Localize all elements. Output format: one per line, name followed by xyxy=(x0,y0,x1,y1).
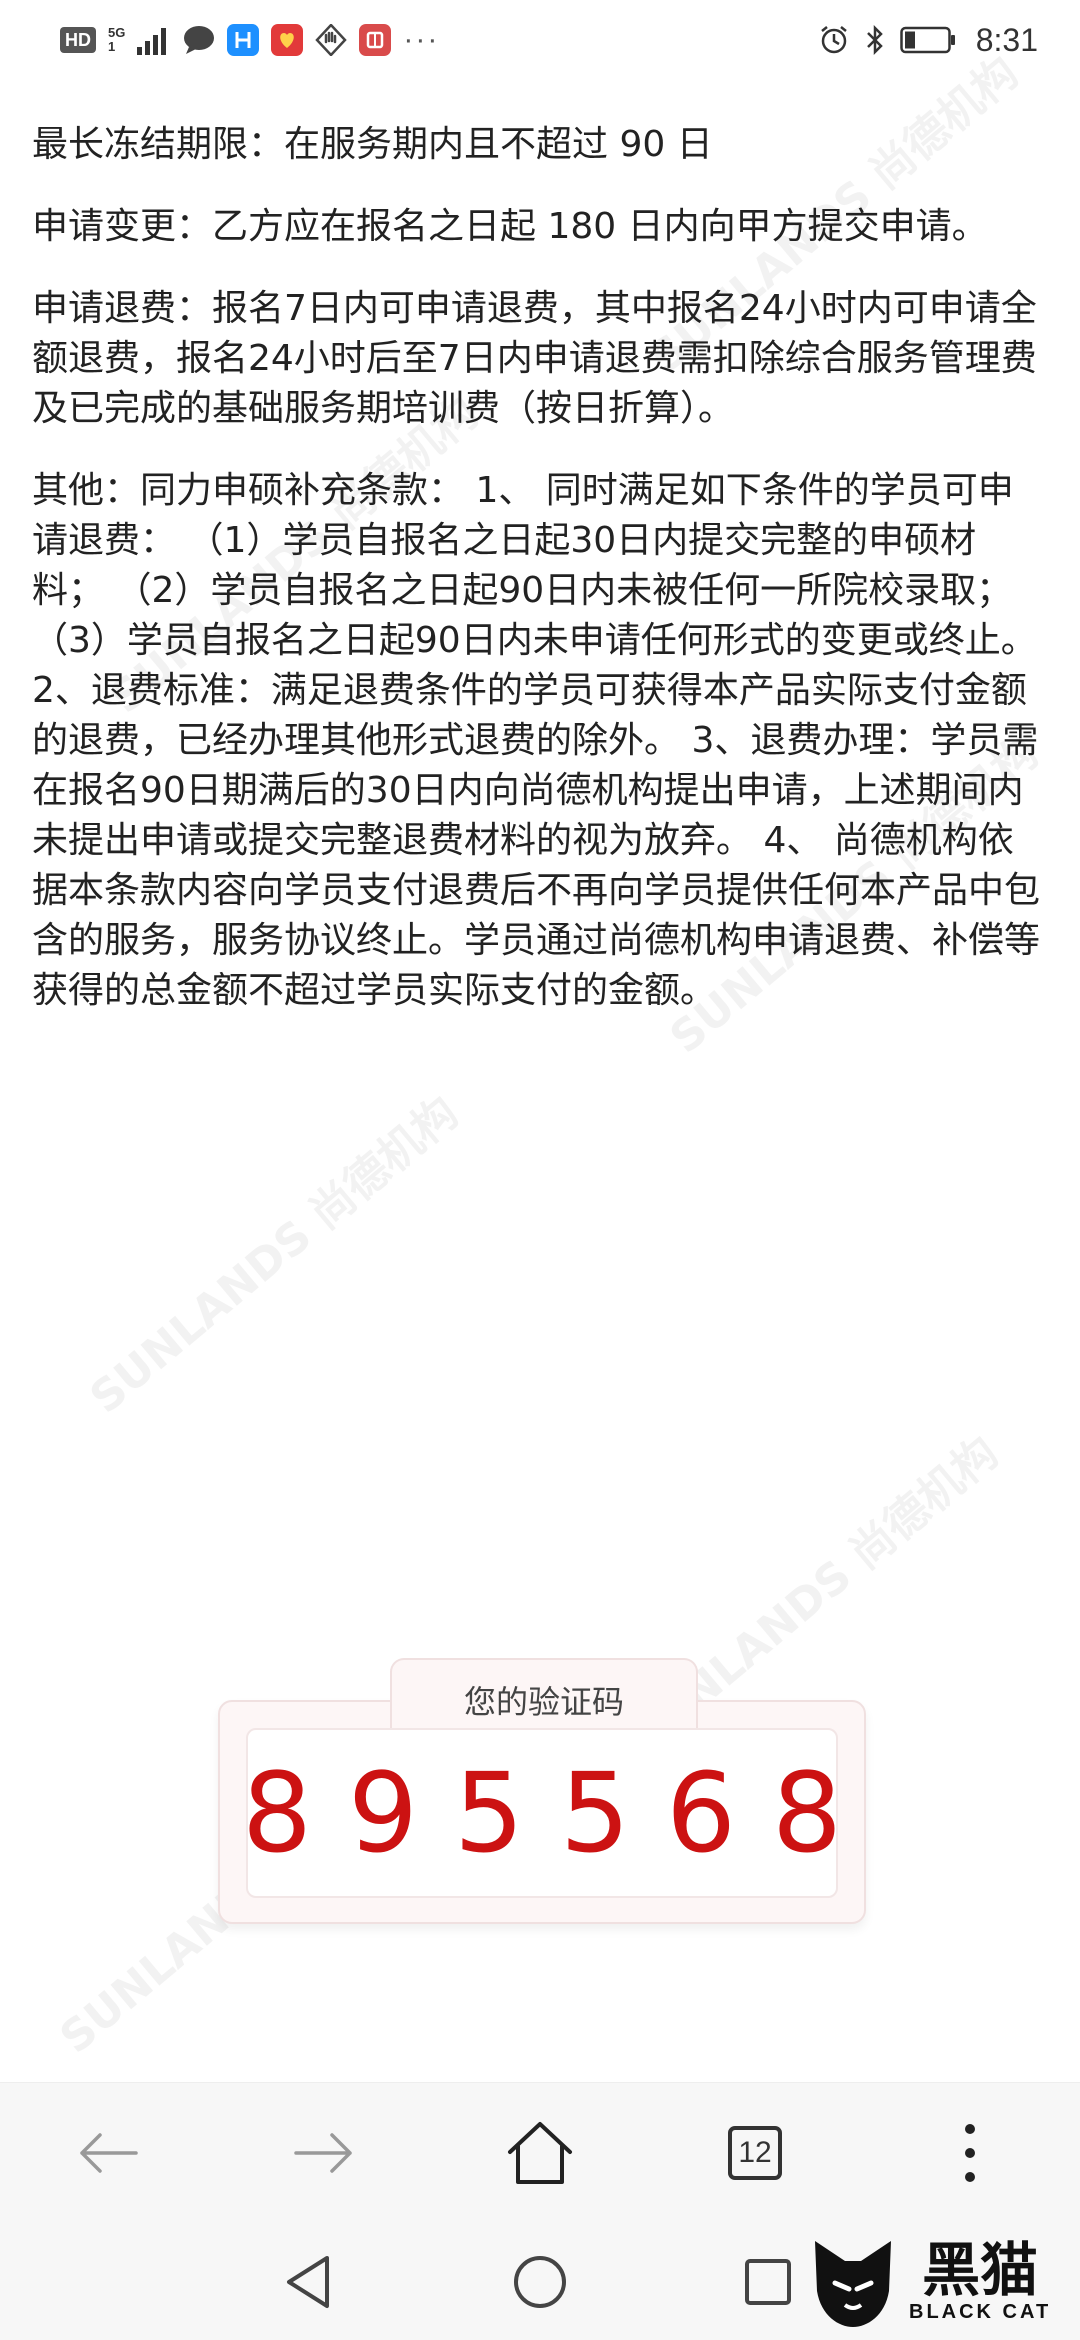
status-time: 8:31 xyxy=(975,21,1038,58)
circle-home-icon xyxy=(514,2256,566,2308)
blackcat-logo: 黑猫 BLACK CAT xyxy=(805,2222,1080,2340)
home-icon xyxy=(508,2122,572,2184)
nav-home-button[interactable] xyxy=(502,2244,578,2320)
menu-button[interactable] xyxy=(930,2113,1010,2193)
arrow-left-icon xyxy=(80,2133,138,2173)
book-icon xyxy=(359,24,392,56)
agreement-text: 最长冻结期限：在服务期内且不超过 90 日 申请变更：乙方应在报名之日起 180… xyxy=(32,120,1048,1048)
more-vertical-icon xyxy=(965,2124,975,2182)
alarm-icon xyxy=(820,26,847,54)
paragraph-freeze-limit: 最长冻结期限：在服务期内且不超过 90 日 xyxy=(32,124,713,165)
chat-bubble-icon xyxy=(184,26,215,54)
hd-badge: HD xyxy=(60,27,96,53)
hand-icon xyxy=(315,24,348,56)
nav-back-button[interactable] xyxy=(270,2244,346,2320)
more-notifications-icon: ··· xyxy=(403,23,440,56)
verification-code: 895568 xyxy=(242,1749,878,1877)
paragraph-refund-request: 申请退费：报名7日内可申请退费，其中报名24小时内可申请全额退费，报名24小时后… xyxy=(32,288,1037,429)
status-bar: HD 5G 1 ··· 8:31 xyxy=(0,0,1080,80)
browser-toolbar: 12 xyxy=(0,2082,1080,2223)
tab-count: 12 xyxy=(728,2126,782,2180)
verification-code-box: 895568 xyxy=(242,1728,842,1898)
cat-head-icon xyxy=(815,2241,891,2327)
tabs-button[interactable]: 12 xyxy=(715,2113,795,2193)
blackcat-wordmark: 黑猫 BLACK CAT xyxy=(909,2235,1052,2323)
paragraph-other-terms: 其他：同力申硕补充条款： 1、 同时满足如下条件的学员可申请退费： （1）学员自… xyxy=(32,470,1041,1011)
verification-code-card: 您的验证码 895568 xyxy=(218,1658,866,1924)
watermark-text: SUNLANDS 尚德机构 xyxy=(80,1087,468,1424)
h-app-icon xyxy=(227,24,260,56)
arrow-right-icon xyxy=(294,2133,352,2173)
nav-recents-button[interactable] xyxy=(730,2244,806,2320)
home-button[interactable] xyxy=(500,2113,580,2193)
square-recents-icon xyxy=(745,2259,791,2305)
bluetooth-icon xyxy=(866,24,883,56)
forward-button[interactable] xyxy=(284,2113,364,2193)
network-type: 5G 1 xyxy=(108,25,126,54)
back-button[interactable] xyxy=(68,2113,148,2193)
signal-strength-icon xyxy=(137,28,167,55)
triangle-back-icon xyxy=(287,2256,329,2308)
paragraph-change-request: 申请变更：乙方应在报名之日起 180 日内向甲方提交申请。 xyxy=(32,206,988,247)
red-app-icon xyxy=(271,24,304,56)
battery-icon xyxy=(899,26,955,54)
